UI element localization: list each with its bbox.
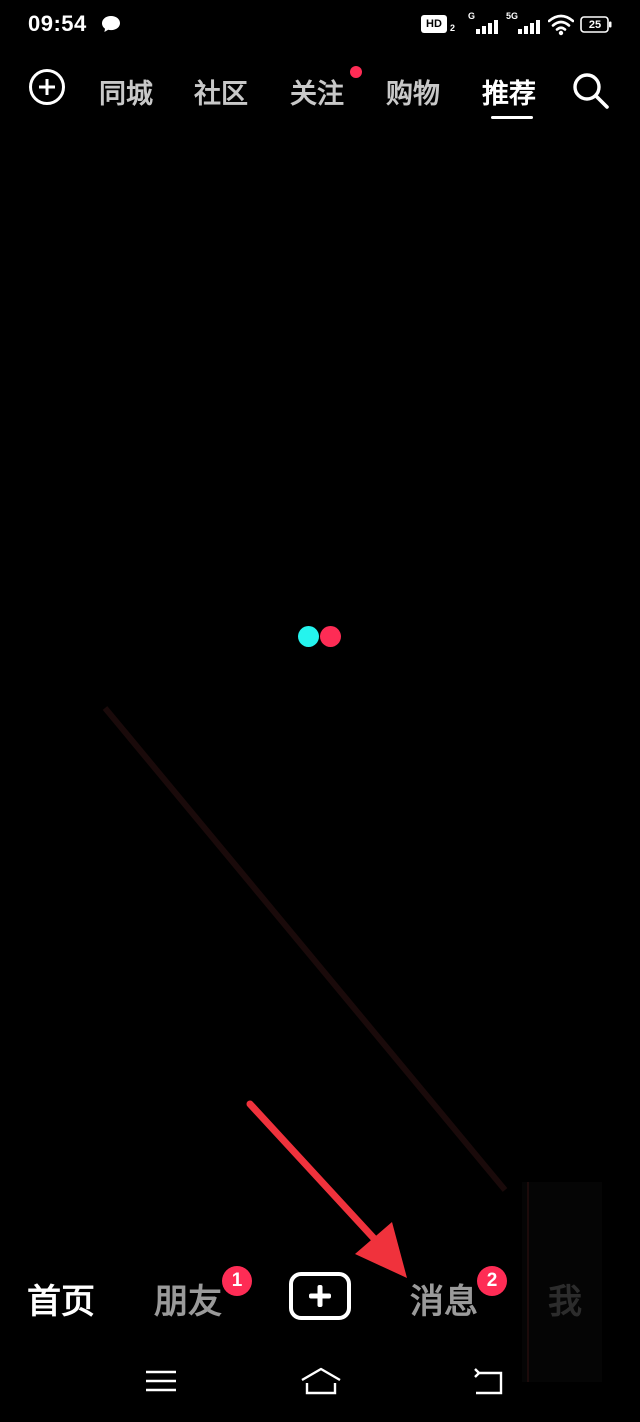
tab-same-city[interactable]: 同城 — [99, 72, 153, 111]
loading-dot-cyan — [298, 626, 319, 647]
bottom-tab-bar: 首页 朋友 1 消息 2 我 — [0, 1182, 640, 1382]
hd-voice-sub: 2 — [450, 23, 456, 33]
search-icon[interactable] — [570, 70, 610, 110]
chat-bubble-icon — [102, 16, 120, 32]
tab-messages[interactable]: 消息 — [410, 1274, 478, 1323]
hd-voice-badge: HD — [421, 15, 447, 33]
tab-home[interactable]: 首页 — [27, 1274, 95, 1323]
tab-community[interactable]: 社区 — [194, 72, 248, 111]
plus-circle-icon[interactable] — [29, 69, 65, 105]
wifi-icon — [548, 14, 574, 36]
tab-recommended[interactable]: 推荐 — [482, 72, 536, 111]
messages-badge: 2 — [477, 1266, 507, 1296]
create-post-button[interactable] — [289, 1272, 351, 1320]
battery-level: 25 — [588, 18, 602, 31]
back-icon[interactable] — [470, 1366, 510, 1398]
home-icon[interactable] — [299, 1366, 343, 1398]
system-navigation-bar — [0, 1362, 640, 1406]
status-time: 09:54 — [28, 11, 87, 36]
tab-shopping[interactable]: 购物 — [386, 72, 440, 111]
tab-following[interactable]: 关注 — [290, 72, 344, 111]
signal-5g-icon: 5G — [506, 11, 542, 37]
friends-badge: 1 — [222, 1266, 252, 1296]
top-navigation: 同城 社区 关注 购物 推荐 — [0, 62, 640, 122]
tab-me-label: 我 — [548, 1282, 582, 1322]
tab-me[interactable]: 我 — [520, 1182, 602, 1382]
active-tab-indicator — [491, 116, 533, 119]
signal-g-icon: G — [466, 11, 500, 37]
menu-icon[interactable] — [141, 1366, 181, 1398]
status-bar: 09:54 HD 2 G 5G 25 — [0, 0, 640, 50]
tab-friends[interactable]: 朋友 — [154, 1274, 222, 1323]
following-notification-dot — [350, 66, 362, 78]
loading-dot-red — [320, 626, 341, 647]
